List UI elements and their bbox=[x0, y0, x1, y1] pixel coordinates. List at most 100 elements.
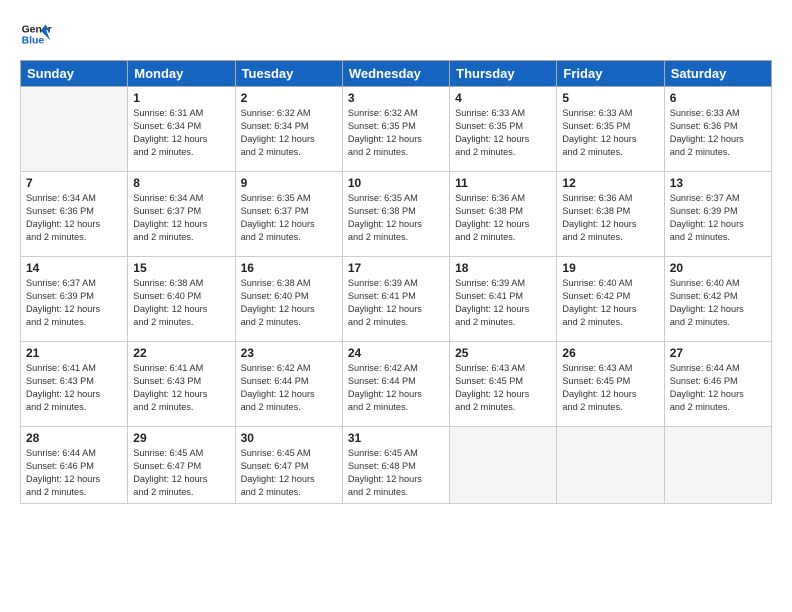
calendar-cell: 1 Sunrise: 6:31 AMSunset: 6:34 PMDayligh… bbox=[128, 87, 235, 172]
cell-info: Sunrise: 6:34 AMSunset: 6:36 PMDaylight:… bbox=[26, 193, 100, 242]
cell-info: Sunrise: 6:39 AMSunset: 6:41 PMDaylight:… bbox=[348, 278, 422, 327]
calendar-cell: 16 Sunrise: 6:38 AMSunset: 6:40 PMDaylig… bbox=[235, 257, 342, 342]
calendar-header-sunday: Sunday bbox=[21, 61, 128, 87]
cell-info: Sunrise: 6:40 AMSunset: 6:42 PMDaylight:… bbox=[670, 278, 744, 327]
day-number: 17 bbox=[348, 261, 444, 275]
cell-info: Sunrise: 6:40 AMSunset: 6:42 PMDaylight:… bbox=[562, 278, 636, 327]
cell-info: Sunrise: 6:37 AMSunset: 6:39 PMDaylight:… bbox=[670, 193, 744, 242]
calendar-header-row: SundayMondayTuesdayWednesdayThursdayFrid… bbox=[21, 61, 772, 87]
day-number: 10 bbox=[348, 176, 444, 190]
day-number: 24 bbox=[348, 346, 444, 360]
cell-info: Sunrise: 6:34 AMSunset: 6:37 PMDaylight:… bbox=[133, 193, 207, 242]
calendar-table: SundayMondayTuesdayWednesdayThursdayFrid… bbox=[20, 60, 772, 504]
calendar-week-row: 28 Sunrise: 6:44 AMSunset: 6:46 PMDaylig… bbox=[21, 427, 772, 504]
day-number: 23 bbox=[241, 346, 337, 360]
calendar-cell: 10 Sunrise: 6:35 AMSunset: 6:38 PMDaylig… bbox=[342, 172, 449, 257]
cell-info: Sunrise: 6:35 AMSunset: 6:37 PMDaylight:… bbox=[241, 193, 315, 242]
calendar-week-row: 14 Sunrise: 6:37 AMSunset: 6:39 PMDaylig… bbox=[21, 257, 772, 342]
calendar-header-thursday: Thursday bbox=[450, 61, 557, 87]
cell-info: Sunrise: 6:42 AMSunset: 6:44 PMDaylight:… bbox=[241, 363, 315, 412]
cell-info: Sunrise: 6:32 AMSunset: 6:35 PMDaylight:… bbox=[348, 108, 422, 157]
day-number: 16 bbox=[241, 261, 337, 275]
cell-info: Sunrise: 6:33 AMSunset: 6:35 PMDaylight:… bbox=[455, 108, 529, 157]
calendar-cell: 26 Sunrise: 6:43 AMSunset: 6:45 PMDaylig… bbox=[557, 342, 664, 427]
calendar-cell: 29 Sunrise: 6:45 AMSunset: 6:47 PMDaylig… bbox=[128, 427, 235, 504]
cell-info: Sunrise: 6:45 AMSunset: 6:47 PMDaylight:… bbox=[241, 448, 315, 497]
cell-info: Sunrise: 6:35 AMSunset: 6:38 PMDaylight:… bbox=[348, 193, 422, 242]
calendar-cell: 11 Sunrise: 6:36 AMSunset: 6:38 PMDaylig… bbox=[450, 172, 557, 257]
calendar-cell: 21 Sunrise: 6:41 AMSunset: 6:43 PMDaylig… bbox=[21, 342, 128, 427]
calendar-header-wednesday: Wednesday bbox=[342, 61, 449, 87]
cell-info: Sunrise: 6:32 AMSunset: 6:34 PMDaylight:… bbox=[241, 108, 315, 157]
day-number: 30 bbox=[241, 431, 337, 445]
calendar-week-row: 21 Sunrise: 6:41 AMSunset: 6:43 PMDaylig… bbox=[21, 342, 772, 427]
cell-info: Sunrise: 6:43 AMSunset: 6:45 PMDaylight:… bbox=[455, 363, 529, 412]
day-number: 12 bbox=[562, 176, 658, 190]
calendar-header-monday: Monday bbox=[128, 61, 235, 87]
day-number: 31 bbox=[348, 431, 444, 445]
cell-info: Sunrise: 6:44 AMSunset: 6:46 PMDaylight:… bbox=[26, 448, 100, 497]
cell-info: Sunrise: 6:41 AMSunset: 6:43 PMDaylight:… bbox=[26, 363, 100, 412]
cell-info: Sunrise: 6:31 AMSunset: 6:34 PMDaylight:… bbox=[133, 108, 207, 157]
day-number: 19 bbox=[562, 261, 658, 275]
calendar-cell: 13 Sunrise: 6:37 AMSunset: 6:39 PMDaylig… bbox=[664, 172, 771, 257]
calendar-cell: 8 Sunrise: 6:34 AMSunset: 6:37 PMDayligh… bbox=[128, 172, 235, 257]
cell-info: Sunrise: 6:37 AMSunset: 6:39 PMDaylight:… bbox=[26, 278, 100, 327]
day-number: 7 bbox=[26, 176, 122, 190]
cell-info: Sunrise: 6:45 AMSunset: 6:47 PMDaylight:… bbox=[133, 448, 207, 497]
day-number: 15 bbox=[133, 261, 229, 275]
calendar-cell: 15 Sunrise: 6:38 AMSunset: 6:40 PMDaylig… bbox=[128, 257, 235, 342]
day-number: 13 bbox=[670, 176, 766, 190]
cell-info: Sunrise: 6:39 AMSunset: 6:41 PMDaylight:… bbox=[455, 278, 529, 327]
calendar-header-saturday: Saturday bbox=[664, 61, 771, 87]
day-number: 14 bbox=[26, 261, 122, 275]
day-number: 4 bbox=[455, 91, 551, 105]
calendar-cell: 4 Sunrise: 6:33 AMSunset: 6:35 PMDayligh… bbox=[450, 87, 557, 172]
cell-info: Sunrise: 6:43 AMSunset: 6:45 PMDaylight:… bbox=[562, 363, 636, 412]
calendar-cell: 24 Sunrise: 6:42 AMSunset: 6:44 PMDaylig… bbox=[342, 342, 449, 427]
day-number: 29 bbox=[133, 431, 229, 445]
day-number: 2 bbox=[241, 91, 337, 105]
cell-info: Sunrise: 6:33 AMSunset: 6:36 PMDaylight:… bbox=[670, 108, 744, 157]
calendar-cell: 3 Sunrise: 6:32 AMSunset: 6:35 PMDayligh… bbox=[342, 87, 449, 172]
calendar-cell bbox=[21, 87, 128, 172]
calendar-cell: 6 Sunrise: 6:33 AMSunset: 6:36 PMDayligh… bbox=[664, 87, 771, 172]
svg-text:Blue: Blue bbox=[22, 36, 45, 47]
calendar-page: General Blue SundayMondayTuesdayWednesda… bbox=[0, 0, 792, 612]
logo-icon: General Blue bbox=[20, 18, 52, 50]
day-number: 1 bbox=[133, 91, 229, 105]
day-number: 18 bbox=[455, 261, 551, 275]
calendar-cell: 23 Sunrise: 6:42 AMSunset: 6:44 PMDaylig… bbox=[235, 342, 342, 427]
calendar-cell: 17 Sunrise: 6:39 AMSunset: 6:41 PMDaylig… bbox=[342, 257, 449, 342]
cell-info: Sunrise: 6:41 AMSunset: 6:43 PMDaylight:… bbox=[133, 363, 207, 412]
cell-info: Sunrise: 6:38 AMSunset: 6:40 PMDaylight:… bbox=[133, 278, 207, 327]
calendar-cell: 18 Sunrise: 6:39 AMSunset: 6:41 PMDaylig… bbox=[450, 257, 557, 342]
cell-info: Sunrise: 6:44 AMSunset: 6:46 PMDaylight:… bbox=[670, 363, 744, 412]
calendar-cell: 22 Sunrise: 6:41 AMSunset: 6:43 PMDaylig… bbox=[128, 342, 235, 427]
calendar-cell: 20 Sunrise: 6:40 AMSunset: 6:42 PMDaylig… bbox=[664, 257, 771, 342]
day-number: 22 bbox=[133, 346, 229, 360]
calendar-cell: 30 Sunrise: 6:45 AMSunset: 6:47 PMDaylig… bbox=[235, 427, 342, 504]
calendar-cell: 27 Sunrise: 6:44 AMSunset: 6:46 PMDaylig… bbox=[664, 342, 771, 427]
day-number: 26 bbox=[562, 346, 658, 360]
header: General Blue bbox=[20, 18, 772, 50]
calendar-header-friday: Friday bbox=[557, 61, 664, 87]
cell-info: Sunrise: 6:36 AMSunset: 6:38 PMDaylight:… bbox=[562, 193, 636, 242]
calendar-cell: 9 Sunrise: 6:35 AMSunset: 6:37 PMDayligh… bbox=[235, 172, 342, 257]
calendar-cell bbox=[450, 427, 557, 504]
calendar-header-tuesday: Tuesday bbox=[235, 61, 342, 87]
calendar-cell: 7 Sunrise: 6:34 AMSunset: 6:36 PMDayligh… bbox=[21, 172, 128, 257]
day-number: 5 bbox=[562, 91, 658, 105]
cell-info: Sunrise: 6:33 AMSunset: 6:35 PMDaylight:… bbox=[562, 108, 636, 157]
calendar-cell bbox=[664, 427, 771, 504]
day-number: 25 bbox=[455, 346, 551, 360]
logo: General Blue bbox=[20, 18, 52, 50]
calendar-cell: 19 Sunrise: 6:40 AMSunset: 6:42 PMDaylig… bbox=[557, 257, 664, 342]
calendar-cell: 31 Sunrise: 6:45 AMSunset: 6:48 PMDaylig… bbox=[342, 427, 449, 504]
calendar-week-row: 1 Sunrise: 6:31 AMSunset: 6:34 PMDayligh… bbox=[21, 87, 772, 172]
calendar-cell: 14 Sunrise: 6:37 AMSunset: 6:39 PMDaylig… bbox=[21, 257, 128, 342]
calendar-cell bbox=[557, 427, 664, 504]
day-number: 8 bbox=[133, 176, 229, 190]
day-number: 3 bbox=[348, 91, 444, 105]
cell-info: Sunrise: 6:36 AMSunset: 6:38 PMDaylight:… bbox=[455, 193, 529, 242]
